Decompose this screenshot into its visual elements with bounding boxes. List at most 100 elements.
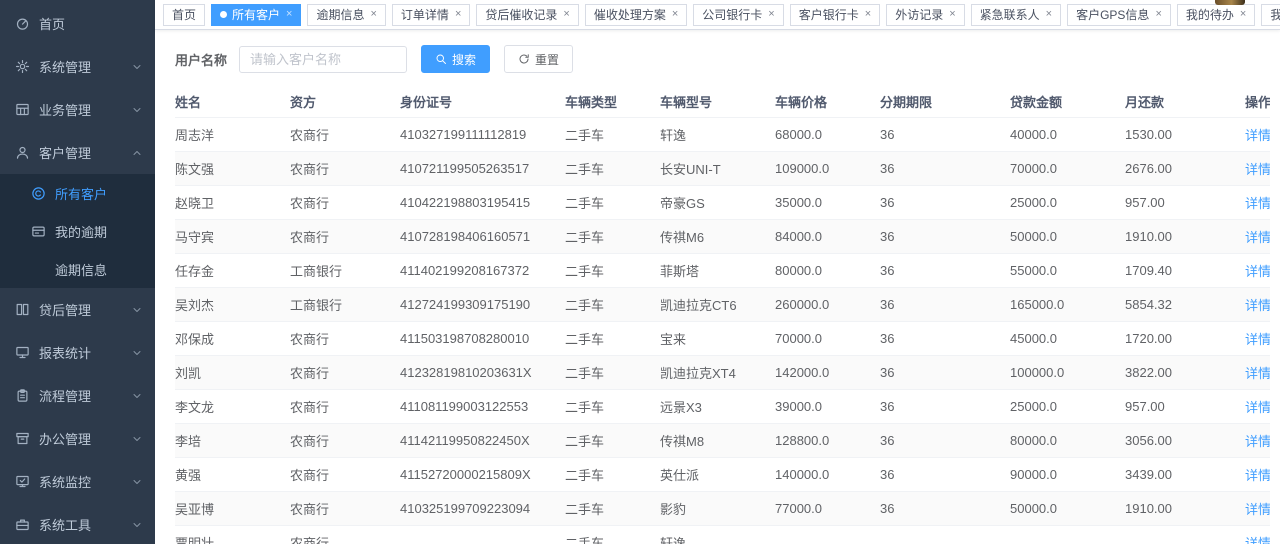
clipboard-icon: [14, 388, 30, 404]
detail-link[interactable]: 详情: [1245, 536, 1270, 544]
cell-action: 详情: [1245, 219, 1270, 253]
tab-my-todo[interactable]: 我的待办×: [1177, 4, 1255, 26]
tab-visit-records[interactable]: 外访记录×: [886, 4, 964, 26]
tab-collection-plans[interactable]: 催收处理方案×: [585, 4, 687, 26]
chevron-down-icon: [131, 433, 143, 445]
detail-link[interactable]: 详情: [1245, 400, 1270, 415]
tab-emergency-contacts[interactable]: 紧急联系人×: [971, 4, 1061, 26]
cell-loan: 165000.0: [1010, 287, 1125, 321]
cell-monthly: 2676.00: [1125, 151, 1245, 185]
sidebar-item-report-statistics[interactable]: 报表统计: [0, 331, 155, 374]
cell-funder: 农商行: [290, 117, 400, 151]
close-icon[interactable]: ×: [563, 9, 569, 20]
cell-model: 轩逸: [660, 525, 775, 544]
sidebar-item-loan-post-management[interactable]: 贷后管理: [0, 288, 155, 331]
columns-icon: [14, 302, 30, 318]
cell-loan: 80000.0: [1010, 423, 1125, 457]
cell-price: 80000.0: [775, 253, 880, 287]
sidebar-item-customer-management[interactable]: 客户管理: [0, 131, 155, 174]
tab-label: 客户GPS信息: [1076, 6, 1149, 23]
cell-name: 陈文强: [175, 151, 290, 185]
col-loan: 贷款金额: [1010, 87, 1125, 117]
cell-price: 39000.0: [775, 389, 880, 423]
sidebar-item-business-management[interactable]: 业务管理: [0, 88, 155, 131]
tab-my-process[interactable]: 我的流程×: [1261, 4, 1280, 26]
sidebar-item-process-management[interactable]: 流程管理: [0, 374, 155, 417]
close-icon[interactable]: ×: [286, 9, 292, 20]
sidebar-item-system-tools[interactable]: 系统工具: [0, 503, 155, 544]
tab-customer-bank-card[interactable]: 客户银行卡 ×: [790, 4, 880, 26]
cell-price: 260000.0: [775, 287, 880, 321]
cell-vehicle_type: 二手车: [565, 287, 660, 321]
cell-name: 赵晓卫: [175, 185, 290, 219]
tab-all-customers[interactable]: 所有客户×: [211, 4, 301, 26]
close-icon[interactable]: ×: [768, 9, 774, 20]
cell-price: 128800.0: [775, 423, 880, 457]
sidebar-item-system-management[interactable]: 系统管理: [0, 45, 155, 88]
detail-link[interactable]: 详情: [1245, 196, 1270, 211]
tab-label: 贷后催收记录: [485, 6, 557, 23]
col-model: 车辆型号: [660, 87, 775, 117]
detail-link[interactable]: 详情: [1245, 128, 1270, 143]
sidebar-item-office-management[interactable]: 办公管理: [0, 417, 155, 460]
sidebar-item-system-monitor[interactable]: 系统监控: [0, 460, 155, 503]
close-icon[interactable]: ×: [865, 9, 871, 20]
cell-vehicle_type: 二手车: [565, 151, 660, 185]
app-window: 首页系统管理业务管理客户管理所有客户我的逾期逾期信息贷后管理报表统计流程管理办公…: [0, 0, 1280, 544]
close-icon[interactable]: ×: [1240, 9, 1246, 20]
cell-funder: 农商行: [290, 185, 400, 219]
chevron-down-icon: [131, 476, 143, 488]
detail-link[interactable]: 详情: [1245, 502, 1270, 517]
cell-funder: 农商行: [290, 491, 400, 525]
tab-collection-records[interactable]: 贷后催收记录 ×: [476, 4, 578, 26]
cell-loan: 45000.0: [1010, 321, 1125, 355]
avatar[interactable]: [1215, 0, 1245, 5]
detail-link[interactable]: 详情: [1245, 162, 1270, 177]
detail-link[interactable]: 详情: [1245, 434, 1270, 449]
sidebar-item-home[interactable]: 首页: [0, 2, 155, 45]
tab-company-bank-card[interactable]: 公司银行卡×: [693, 4, 783, 26]
search-input[interactable]: [239, 46, 407, 73]
detail-link[interactable]: 详情: [1245, 264, 1270, 279]
toolbox-icon: [14, 517, 30, 533]
close-icon[interactable]: ×: [949, 9, 955, 20]
tab-label: 客户银行卡: [799, 6, 859, 23]
grid-icon: [14, 102, 30, 118]
cell-vehicle_type: 二手车: [565, 219, 660, 253]
sidebar: 首页系统管理业务管理客户管理所有客户我的逾期逾期信息贷后管理报表统计流程管理办公…: [0, 0, 155, 544]
close-icon[interactable]: ×: [1046, 9, 1052, 20]
sidebar-item-all-customers[interactable]: 所有客户: [0, 174, 155, 212]
detail-link[interactable]: 详情: [1245, 468, 1270, 483]
sidebar-item-my-overdue[interactable]: 我的逾期: [0, 212, 155, 250]
sidebar-item-label: 办公管理: [39, 429, 131, 448]
detail-link[interactable]: 详情: [1245, 230, 1270, 245]
sidebar-item-label: 系统监控: [39, 472, 131, 491]
search-button[interactable]: 搜索: [421, 45, 490, 73]
detail-link[interactable]: 详情: [1245, 332, 1270, 347]
reset-button[interactable]: 重置: [504, 45, 573, 73]
close-icon[interactable]: ×: [1155, 9, 1161, 20]
cell-model: 凯迪拉克CT6: [660, 287, 775, 321]
cell-id_number: 410327199111112819: [400, 117, 565, 151]
cell-loan: 25000.0: [1010, 185, 1125, 219]
tab-home[interactable]: 首页: [163, 4, 205, 26]
cell-term: 36: [880, 117, 1010, 151]
cell-term: 36: [880, 219, 1010, 253]
cell-model: 影豹: [660, 491, 775, 525]
tab-customer-gps-info[interactable]: 客户GPS信息 ×: [1067, 4, 1171, 26]
close-icon[interactable]: ×: [672, 9, 678, 20]
cell-monthly: 1910.00: [1125, 219, 1245, 253]
tab-order-detail[interactable]: 订单详情×: [392, 4, 470, 26]
close-icon[interactable]: ×: [455, 9, 461, 20]
tab-overdue-info[interactable]: 逾期信息×: [307, 4, 385, 26]
sidebar-item-overdue-info[interactable]: 逾期信息: [0, 250, 155, 288]
sidebar-item-label: 客户管理: [39, 143, 131, 162]
cell-term: 36: [880, 423, 1010, 457]
cell-monthly: [1125, 525, 1245, 544]
sidebar-item-label: 我的逾期: [55, 222, 143, 241]
chevron-down-icon: [131, 390, 143, 402]
close-icon[interactable]: ×: [370, 9, 376, 20]
detail-link[interactable]: 详情: [1245, 298, 1270, 313]
cell-name: 黄强: [175, 457, 290, 491]
detail-link[interactable]: 详情: [1245, 366, 1270, 381]
